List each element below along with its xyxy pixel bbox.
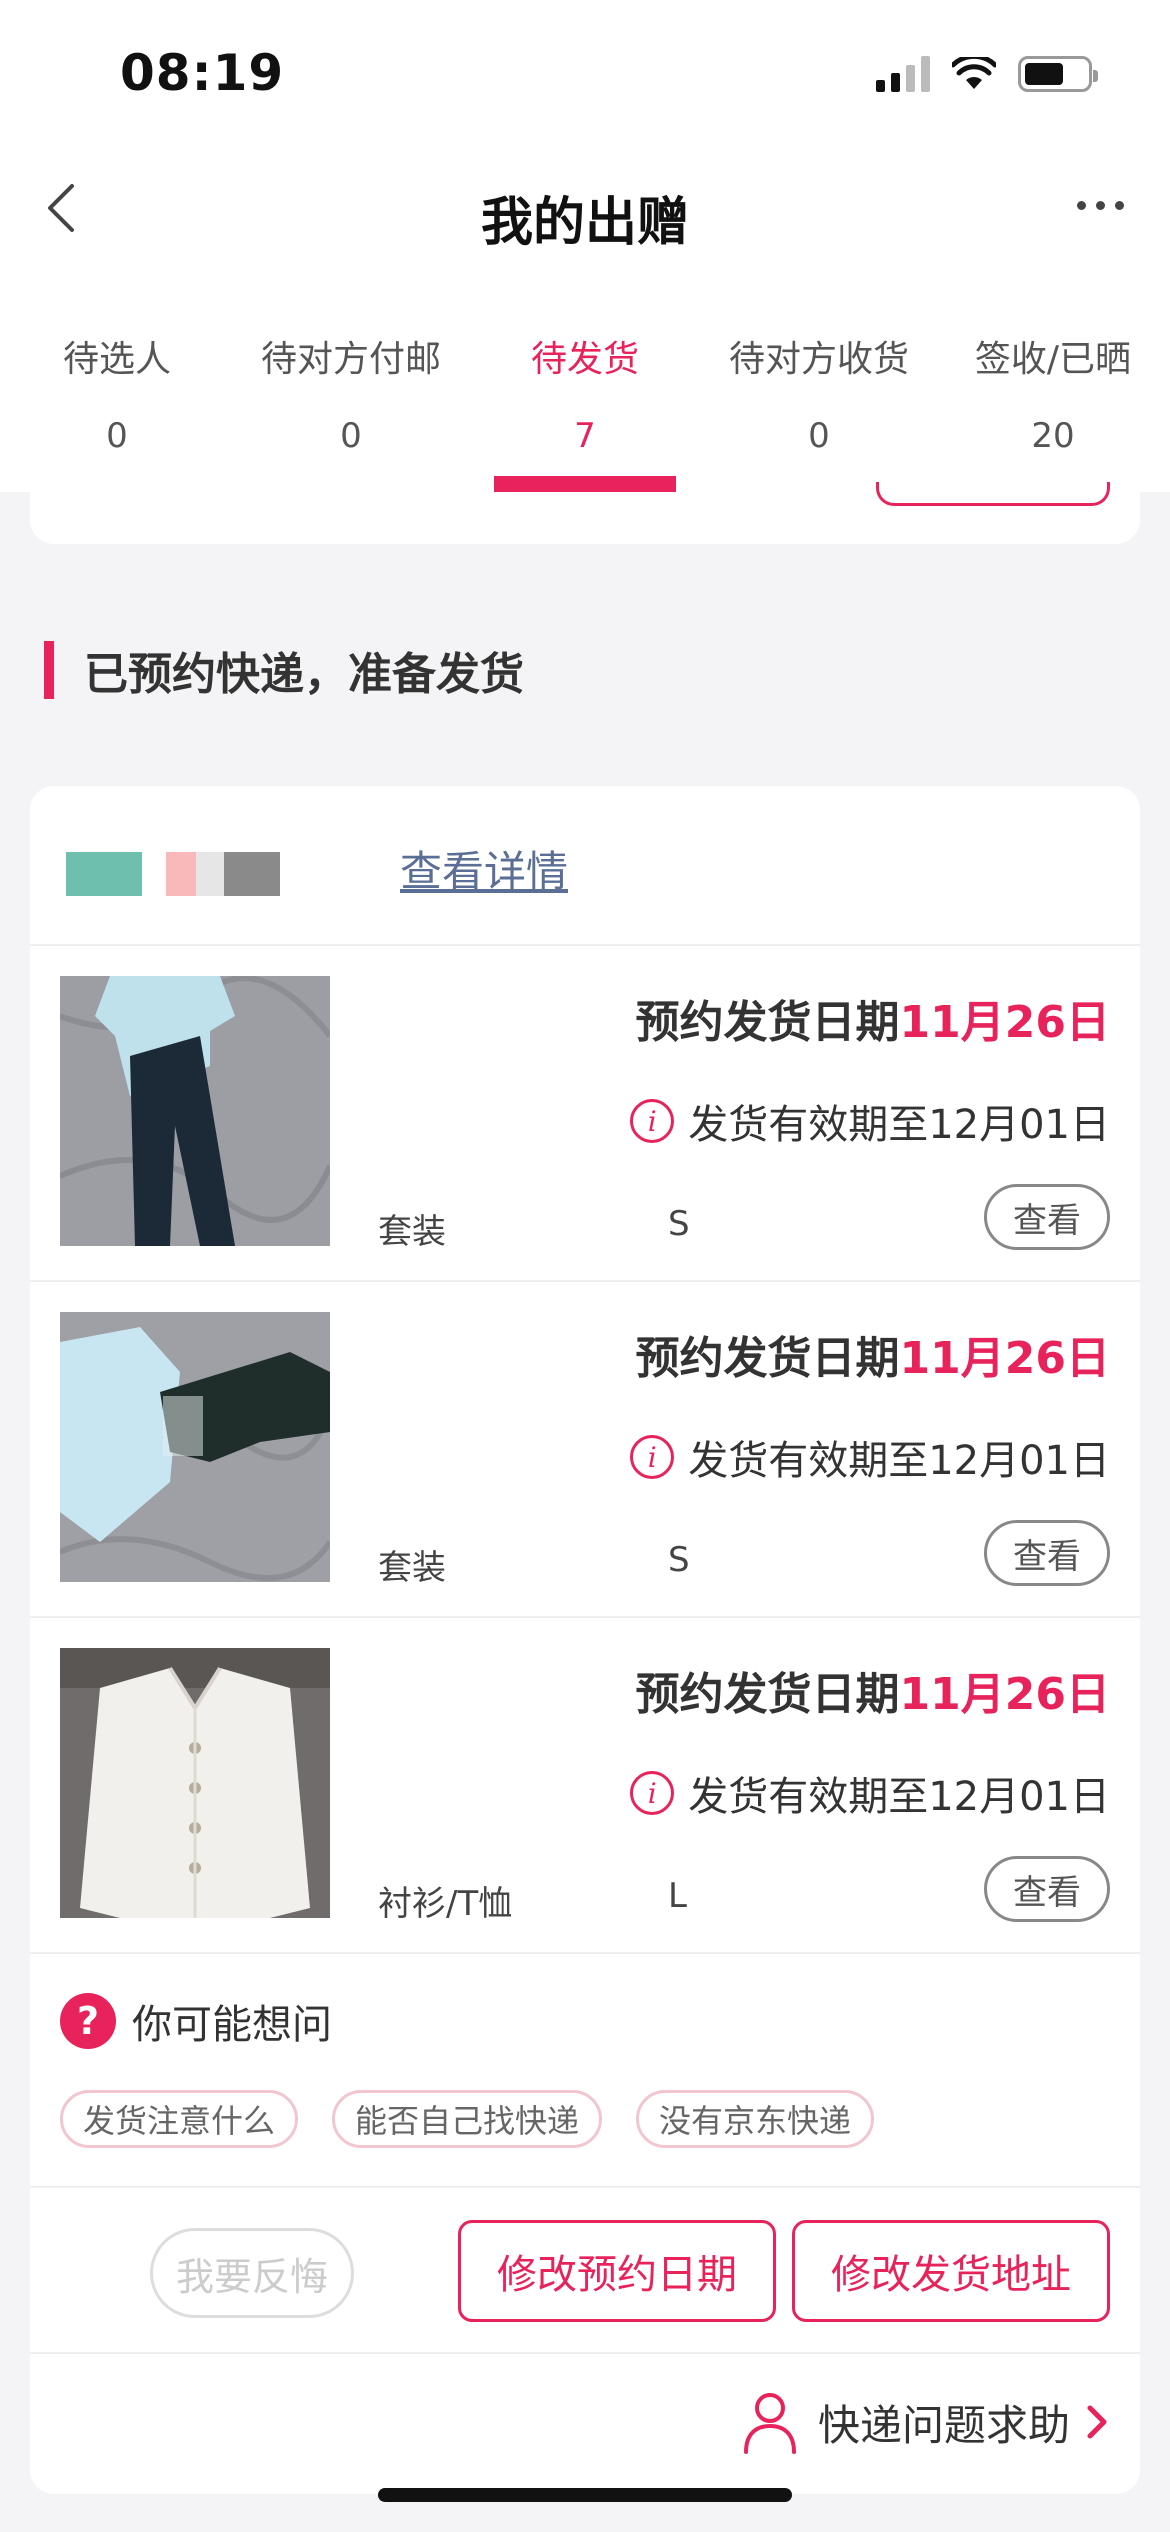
tab-label: 待发货 xyxy=(530,339,639,380)
info-icon: i xyxy=(630,1435,675,1479)
tab-count: 0 xyxy=(106,416,128,456)
date-value: 11月26日 xyxy=(899,997,1110,1048)
courier-help-row: 快递问题求助 xyxy=(30,2354,1140,2494)
tab-pending-select[interactable]: 待选人 0 xyxy=(0,290,234,492)
tab-label: 待对方收货 xyxy=(728,339,909,380)
date-label: 预约发货日期 xyxy=(635,997,900,1048)
date-label: 预约发货日期 xyxy=(635,1333,900,1384)
validity-row: i 发货有效期至12月01日 xyxy=(630,1092,1110,1150)
item-size: S xyxy=(668,1540,690,1580)
faq-chips: 发货注意什么 能否自己找快递 没有京东快递 xyxy=(60,2090,875,2148)
question-icon: ? xyxy=(60,1993,116,2049)
item-size: L xyxy=(668,1876,687,1916)
tab-pending-ship[interactable]: 待发货 7 xyxy=(468,290,702,492)
tab-count: 7 xyxy=(574,416,596,456)
faq-chip[interactable]: 没有京东快递 xyxy=(636,2090,875,2148)
status-icons xyxy=(876,56,1098,92)
faq-chip[interactable]: 发货注意什么 xyxy=(60,2090,299,2148)
battery-icon xyxy=(1018,56,1098,92)
view-details-link[interactable]: 查看详情 xyxy=(400,838,568,899)
item-photo[interactable] xyxy=(60,976,330,1246)
redacted-recipient-info xyxy=(66,836,436,946)
faq-title: 你可能想问 xyxy=(132,2002,332,2048)
tab-label: 待对方付邮 xyxy=(260,339,441,380)
help-label: 快递问题求助 xyxy=(817,2400,1070,2450)
page-title: 我的出赠 xyxy=(480,193,689,253)
validity-text: 发货有效期至12月01日 xyxy=(688,1774,1110,1820)
view-item-button[interactable]: 查看 xyxy=(984,1520,1110,1586)
validity-text: 发货有效期至12月01日 xyxy=(688,1102,1110,1148)
recipient-row: 查看详情 xyxy=(30,786,1140,946)
info-icon: i xyxy=(630,1099,675,1143)
tab-count: 0 xyxy=(808,416,830,456)
shipment-item: 预约发货日期11月26日 i 发货有效期至12月01日 衬衫/T恤 L 查看 xyxy=(30,1618,1140,1954)
change-date-button[interactable]: 修改预约日期 xyxy=(458,2220,776,2322)
tab-received[interactable]: 签收/已晒 20 xyxy=(936,290,1170,492)
item-category: 套装 xyxy=(378,1212,446,1252)
section-heading: 已预约快递，准备发货 xyxy=(44,640,524,700)
date-value: 11月26日 xyxy=(899,1333,1110,1384)
previous-card xyxy=(30,482,1140,544)
item-category: 衬衫/T恤 xyxy=(378,1884,513,1924)
chevron-right-icon xyxy=(1087,2405,1107,2439)
faq-chip[interactable]: 能否自己找快递 xyxy=(332,2090,603,2148)
regret-button[interactable]: 我要反悔 xyxy=(150,2228,354,2318)
person-icon xyxy=(743,2393,796,2454)
courier-help-link[interactable]: 快递问题求助 xyxy=(742,2390,1112,2454)
status-time: 08:19 xyxy=(120,44,285,102)
shipment-item: 预约发货日期11月26日 i 发货有效期至12月01日 套装 S 查看 xyxy=(30,1282,1140,1618)
item-size: S xyxy=(668,1204,690,1244)
faq-section: ? 你可能想问 发货注意什么 能否自己找快递 没有京东快递 xyxy=(30,1954,1140,2188)
scheduled-date: 预约发货日期11月26日 xyxy=(636,986,1110,1050)
validity-row: i 发货有效期至12月01日 xyxy=(630,1428,1110,1486)
validity-row: i 发货有效期至12月01日 xyxy=(630,1764,1110,1822)
view-item-button[interactable]: 查看 xyxy=(984,1856,1110,1922)
home-indicator[interactable] xyxy=(378,2488,792,2502)
item-category: 套装 xyxy=(378,1548,446,1588)
tab-pending-receive[interactable]: 待对方收货 0 xyxy=(702,290,936,492)
status-tabs: 待选人 0 待对方付邮 0 待发货 7 待对方收货 0 签收/已晒 20 xyxy=(0,290,1170,492)
more-icon[interactable] xyxy=(1070,190,1130,220)
item-photo[interactable] xyxy=(60,1312,330,1582)
info-icon: i xyxy=(630,1771,675,1815)
shipment-item: 预约发货日期11月26日 i 发货有效期至12月01日 套装 S 查看 xyxy=(30,946,1140,1282)
scheduled-date: 预约发货日期11月26日 xyxy=(636,1658,1110,1722)
nav-bar: 我的出赠 xyxy=(0,150,1170,290)
date-label: 预约发货日期 xyxy=(635,1669,900,1720)
date-value: 11月26日 xyxy=(899,1669,1110,1720)
action-bar: 我要反悔 修改预约日期 修改发货地址 xyxy=(30,2188,1140,2354)
item-photo[interactable] xyxy=(60,1648,330,1918)
tab-count: 20 xyxy=(1031,416,1075,456)
wifi-icon xyxy=(952,57,996,89)
faq-heading: ? 你可能想问 xyxy=(60,1992,332,2050)
active-tab-indicator xyxy=(494,476,676,492)
tab-label: 签收/已晒 xyxy=(974,339,1132,380)
tab-count: 0 xyxy=(340,416,362,456)
shipment-card: 查看详情 预约发货日期11月26日 i发货有效期至12月01日 套装 S 查看 xyxy=(30,786,1140,2494)
section-title: 已预约快递，准备发货 xyxy=(84,649,524,700)
scheduled-date: 预约发货日期11月26日 xyxy=(636,1322,1110,1386)
change-address-button[interactable]: 修改发货地址 xyxy=(792,2220,1110,2322)
view-item-button[interactable]: 查看 xyxy=(984,1184,1110,1250)
tab-label: 待选人 xyxy=(62,339,171,380)
status-bar: 08:19 xyxy=(0,0,1170,150)
signal-icon xyxy=(876,56,930,92)
tab-pending-postage[interactable]: 待对方付邮 0 xyxy=(234,290,468,492)
previous-card-button[interactable] xyxy=(876,482,1110,506)
section-accent-bar xyxy=(44,641,54,699)
validity-text: 发货有效期至12月01日 xyxy=(688,1438,1110,1484)
